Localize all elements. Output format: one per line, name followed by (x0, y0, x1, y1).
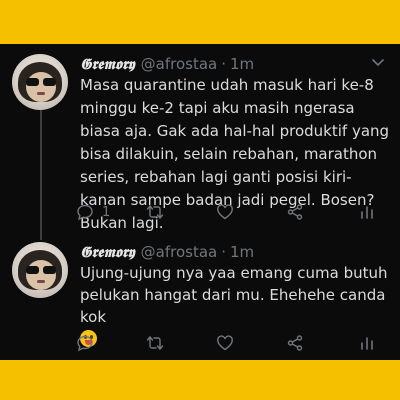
display-name[interactable]: 𝕲𝖗𝖊𝖒𝖔𝖗𝖞 (80, 55, 135, 73)
like-button[interactable] (216, 333, 234, 353)
retweet-icon (146, 336, 164, 350)
like-button[interactable] (216, 202, 234, 222)
reply-button[interactable]: 1 (76, 202, 110, 222)
top-yellow-band (0, 0, 400, 44)
like-icon (217, 204, 233, 220)
retweet-icon (146, 205, 164, 219)
tweet-header: 𝕲𝖗𝖊𝖒𝖔𝖗𝖞 @afrostaa · 1m (80, 242, 254, 262)
separator: · (221, 55, 226, 73)
avatar[interactable] (12, 54, 68, 110)
like-icon (217, 335, 233, 351)
action-bar (76, 333, 386, 353)
timestamp[interactable]: 1m (230, 243, 254, 261)
analytics-button[interactable] (358, 333, 376, 353)
share-icon (287, 335, 303, 351)
analytics-icon (361, 206, 373, 219)
user-handle[interactable]: @afrostaa (141, 243, 218, 261)
tweet-1[interactable]: 𝕲𝖗𝖊𝖒𝖔𝖗𝖞 @afrostaa · 1m Masa quarantine u… (0, 50, 400, 232)
reply-icon (77, 335, 93, 352)
user-handle[interactable]: @afrostaa (141, 55, 218, 73)
share-button[interactable] (286, 202, 304, 222)
retweet-button[interactable] (146, 202, 164, 222)
separator: · (221, 243, 226, 261)
timestamp[interactable]: 1m (230, 55, 254, 73)
avatar[interactable] (12, 242, 68, 298)
reply-count: 1 (102, 204, 111, 220)
share-button[interactable] (286, 333, 304, 353)
share-icon (287, 204, 303, 220)
tweet-text: Ujung-ujung nya yaa emang cuma butuh pel… (80, 264, 388, 326)
chevron-down-icon[interactable] (370, 54, 386, 70)
tweet-header: 𝕲𝖗𝖊𝖒𝖔𝖗𝖞 @afrostaa · 1m (80, 54, 254, 74)
retweet-button[interactable] (146, 333, 164, 353)
action-bar: 1 (76, 202, 386, 222)
reply-icon (77, 204, 93, 221)
analytics-icon (361, 337, 373, 350)
reply-button[interactable] (76, 333, 94, 353)
display-name[interactable]: 𝕲𝖗𝖊𝖒𝖔𝖗𝖞 (80, 243, 135, 261)
tweet-2[interactable]: 𝕲𝖗𝖊𝖒𝖔𝖗𝖞 @afrostaa · 1m Ujung-ujung nya y… (0, 238, 400, 358)
analytics-button[interactable] (358, 202, 376, 222)
bottom-yellow-band (0, 360, 400, 400)
